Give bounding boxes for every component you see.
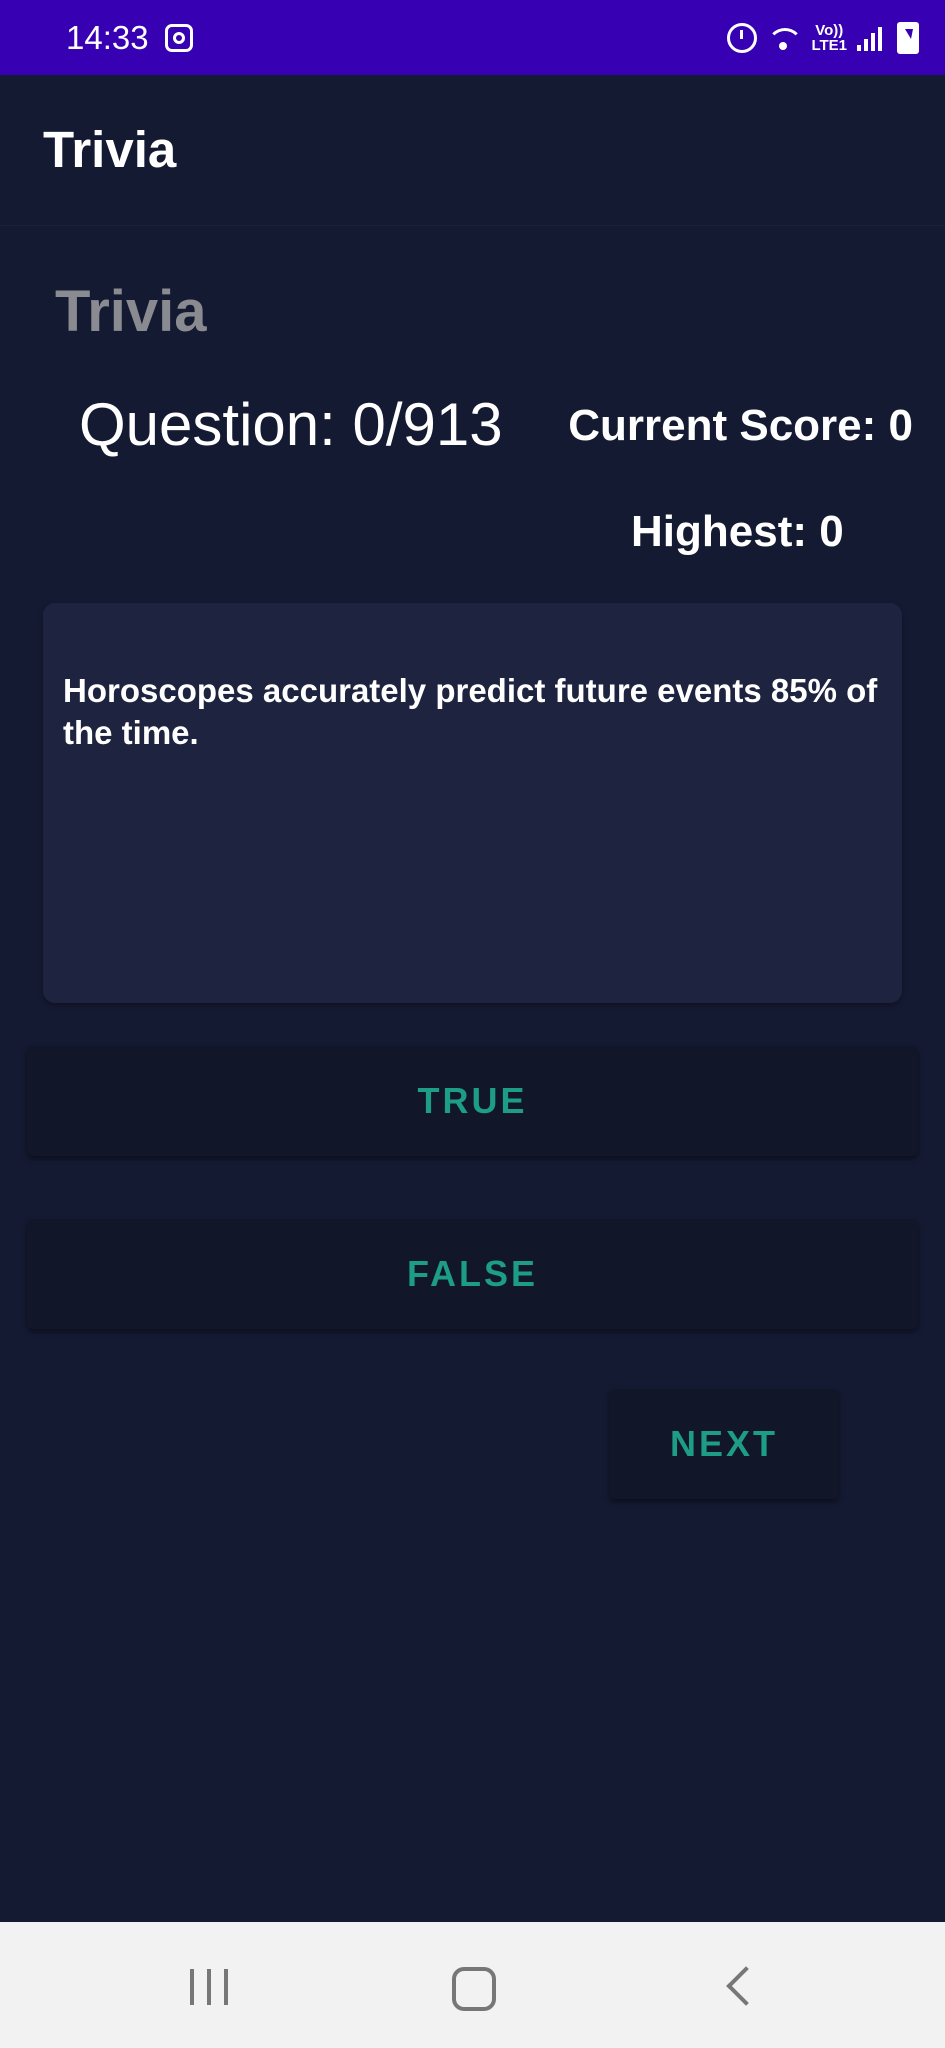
false-button[interactable]: FALSE: [27, 1219, 918, 1329]
home-icon[interactable]: [452, 1967, 496, 2011]
status-icons: Vo)) LTE1: [727, 16, 919, 60]
next-button[interactable]: NEXT: [609, 1389, 839, 1499]
status-time: 14:33: [66, 19, 149, 56]
back-icon[interactable]: [726, 1966, 766, 2006]
status-bar: 14:33 Vo)) LTE1: [0, 0, 945, 75]
navigation-bar: [0, 1922, 945, 2048]
lte-icon: Vo)) LTE1: [811, 23, 847, 53]
lte-label-bottom: LTE1: [811, 37, 847, 54]
current-score: Current Score: 0: [568, 401, 913, 450]
battery-charging-icon: [897, 22, 919, 54]
page-title: Trivia: [55, 279, 207, 344]
highest-score: Highest: 0: [631, 507, 844, 556]
instagram-icon: [165, 24, 193, 52]
question-card: Horoscopes accurately predict future eve…: [43, 603, 902, 1003]
app-bar-title: Trivia: [43, 121, 177, 178]
wifi-icon: [767, 24, 802, 52]
signal-icon: [857, 25, 887, 51]
question-text: Horoscopes accurately predict future eve…: [63, 672, 878, 751]
recents-icon[interactable]: [190, 1969, 228, 2005]
app-bar: Trivia: [0, 75, 945, 226]
true-button[interactable]: TRUE: [27, 1046, 918, 1156]
question-counter: Question: 0/913: [79, 391, 503, 458]
alarm-icon: [727, 23, 758, 53]
